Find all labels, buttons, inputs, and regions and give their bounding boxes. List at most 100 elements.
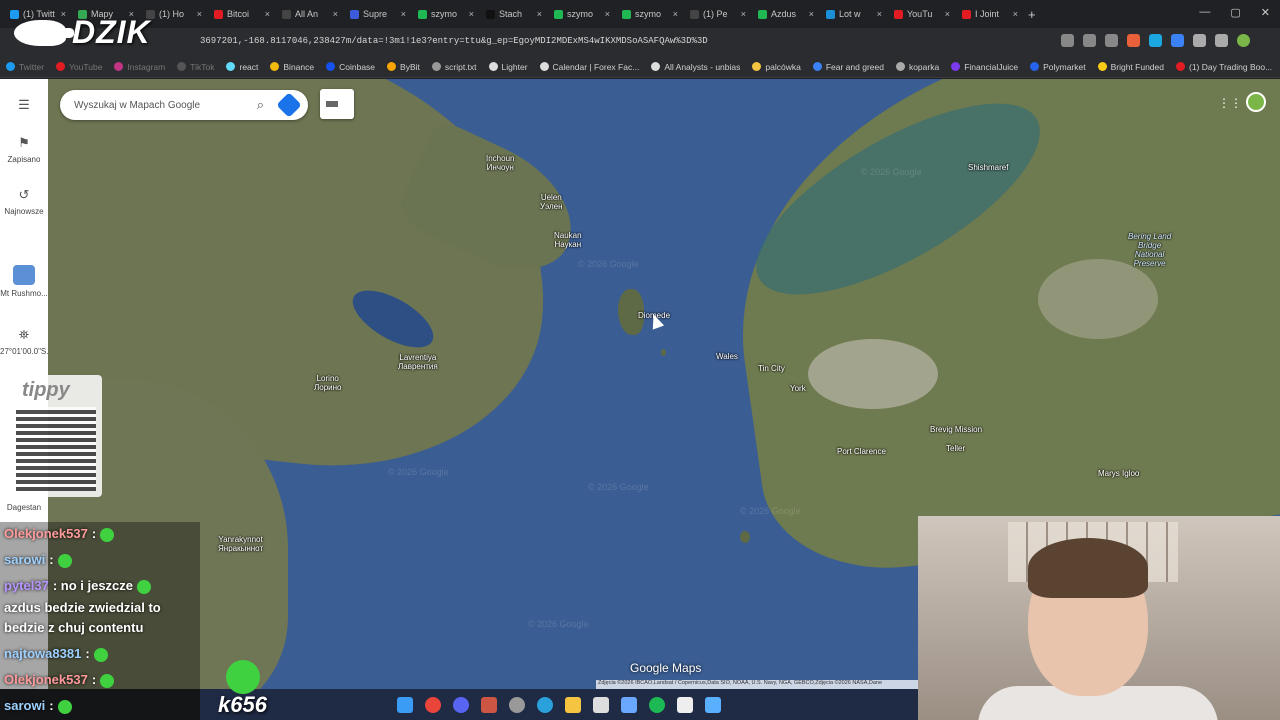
extension-icon[interactable] — [1149, 34, 1162, 47]
browser-tab[interactable]: Azdus × — [752, 3, 820, 25]
bookmark-item[interactable]: Binance — [270, 62, 314, 72]
chrome-icon[interactable] — [425, 696, 441, 713]
app-icon[interactable] — [621, 696, 637, 713]
folder-icon[interactable] — [565, 696, 581, 713]
browser-tab[interactable]: Stach × — [480, 3, 548, 25]
bookmark-item[interactable]: ByBit — [387, 62, 420, 72]
browser-tab[interactable]: Supre × — [344, 3, 412, 25]
bookmark-item[interactable]: TikTok — [177, 62, 214, 72]
bookmark-item[interactable]: All Analysts - unbias — [651, 62, 740, 72]
place-label[interactable]: Teller — [946, 444, 965, 453]
bookmark-item[interactable]: script.txt — [431, 62, 477, 72]
puzzle-icon[interactable] — [1193, 34, 1206, 47]
search-icon[interactable]: ⌕ — [257, 97, 264, 113]
directions-icon[interactable] — [276, 92, 302, 118]
browser-tab[interactable]: (1) Pe × — [684, 3, 752, 25]
extension-icon[interactable] — [1127, 34, 1140, 47]
bookmark-item[interactable]: Calendar | Forex Fac... — [539, 62, 639, 72]
place-label[interactable]: Lavrentiya Лаврентия — [398, 353, 438, 371]
app-icon[interactable] — [509, 696, 525, 713]
telegram-icon[interactable] — [537, 696, 553, 713]
profile-avatar[interactable] — [1237, 34, 1250, 47]
bookmark-item[interactable]: Twitter — [6, 62, 44, 72]
minimize-button[interactable]: — — [1199, 6, 1210, 19]
start-icon[interactable] — [397, 696, 413, 713]
maps-search-box[interactable]: Wyszukaj w Mapach Google ⌕ — [60, 90, 308, 120]
close-tab-icon[interactable]: × — [1013, 9, 1018, 19]
place-label[interactable]: Wales — [716, 352, 738, 361]
close-tab-icon[interactable]: × — [401, 9, 406, 19]
close-tab-icon[interactable]: × — [469, 9, 474, 19]
browser-tab[interactable]: szymo × — [412, 3, 480, 25]
browser-tab[interactable]: szymo × — [548, 3, 616, 25]
close-tab-icon[interactable]: × — [197, 9, 202, 19]
place-label[interactable]: Tin City — [758, 364, 785, 373]
maximize-button[interactable]: ▢ — [1230, 6, 1240, 19]
location-icon[interactable] — [1061, 34, 1074, 47]
bookmark-item[interactable]: palcówka — [752, 62, 801, 72]
bookmark-item[interactable]: FinancialJuice — [951, 62, 1018, 72]
sidebar-item-recent[interactable]: ↺ Najnowsze — [0, 187, 48, 216]
bookmark-item[interactable]: Polymarket — [1030, 62, 1086, 72]
sidebar-item-saved[interactable]: ⚑ Zapisano — [0, 135, 48, 164]
app-icon[interactable] — [481, 696, 497, 713]
sidebar-item-recent-place[interactable]: Dagestan — [0, 503, 48, 512]
close-tab-icon[interactable]: × — [741, 9, 746, 19]
place-label[interactable]: Port Clarence — [837, 447, 886, 456]
bookmark-item[interactable]: Lighter — [488, 62, 528, 72]
close-tab-icon[interactable]: × — [605, 9, 610, 19]
bookmark-item[interactable]: Fear and greed — [812, 62, 884, 72]
install-icon[interactable] — [1083, 34, 1096, 47]
place-label[interactable]: Bering Land Bridge National Preserve — [1128, 232, 1171, 268]
browser-tab[interactable]: Bitcoi × — [208, 3, 276, 25]
app-icon[interactable] — [677, 696, 693, 713]
search-input[interactable]: Wyszukaj w Mapach Google — [74, 100, 200, 111]
menu-button[interactable]: ☰ — [0, 97, 48, 117]
place-label[interactable]: Uelen Уэлен — [540, 193, 563, 211]
bookmark-item[interactable]: YouTube — [56, 62, 102, 72]
browser-tab[interactable]: Lot w × — [820, 3, 888, 25]
close-tab-icon[interactable]: × — [265, 9, 270, 19]
place-label[interactable]: Brevig Mission — [930, 425, 982, 434]
google-apps-icon[interactable]: ⋮⋮ — [1218, 96, 1242, 110]
close-tab-icon[interactable]: × — [809, 9, 814, 19]
bookmark-item[interactable]: Coinbase — [326, 62, 375, 72]
account-avatar[interactable] — [1246, 92, 1266, 112]
browser-tab[interactable]: szymo × — [616, 3, 684, 25]
bookmark-item[interactable]: (1) Day Trading Boo... — [1176, 62, 1272, 72]
extension-icon[interactable] — [1171, 34, 1184, 47]
bookmark-item[interactable]: koparka — [895, 62, 939, 72]
close-tab-icon[interactable]: × — [333, 9, 338, 19]
new-tab-button[interactable]: + — [1028, 7, 1036, 22]
app-icon[interactable] — [593, 696, 609, 713]
spotify-icon[interactable] — [649, 696, 665, 713]
layers-button[interactable] — [320, 89, 354, 119]
bookmark-item[interactable]: Bright Funded — [1097, 62, 1164, 72]
browser-tab[interactable]: YouTu × — [888, 3, 956, 25]
sidebar-item-recent-coords[interactable]: ⛯ 27°01'00.0"S... — [0, 327, 53, 356]
close-window-button[interactable]: ✕ — [1261, 6, 1270, 19]
sidebar-item-label: Mt Rushmo... — [0, 289, 48, 298]
sidebar-item-recent-place[interactable]: Mt Rushmo... — [0, 265, 48, 298]
close-tab-icon[interactable]: × — [537, 9, 542, 19]
place-label[interactable]: Yanrakynnot Янракыннот — [218, 535, 263, 553]
place-label[interactable]: Lorino Лорино — [314, 374, 341, 392]
bookmark-item[interactable]: Instagram — [114, 62, 165, 72]
bookmark-item[interactable]: react — [226, 62, 258, 72]
place-label[interactable]: Inchoun Инчоун — [486, 154, 514, 172]
notepad-icon[interactable] — [705, 696, 721, 713]
place-label[interactable]: Marys Igloo — [1098, 469, 1139, 478]
url-field[interactable]: 3697201,-168.8117046,238427m/data=!3m1!1… — [200, 36, 708, 46]
close-tab-icon[interactable]: × — [877, 9, 882, 19]
place-label[interactable]: Shishmaref — [968, 163, 1008, 172]
tab-search-icon[interactable] — [1215, 34, 1228, 47]
tab-favicon-icon — [622, 9, 631, 19]
discord-icon[interactable] — [453, 696, 469, 713]
close-tab-icon[interactable]: × — [945, 9, 950, 19]
star-icon[interactable] — [1105, 34, 1118, 47]
close-tab-icon[interactable]: × — [673, 9, 678, 19]
browser-tab[interactable]: I Joint × — [956, 3, 1024, 25]
place-label[interactable]: Naukan Наукан — [554, 231, 582, 249]
browser-tab[interactable]: All An × — [276, 3, 344, 25]
place-label[interactable]: York — [790, 384, 806, 393]
